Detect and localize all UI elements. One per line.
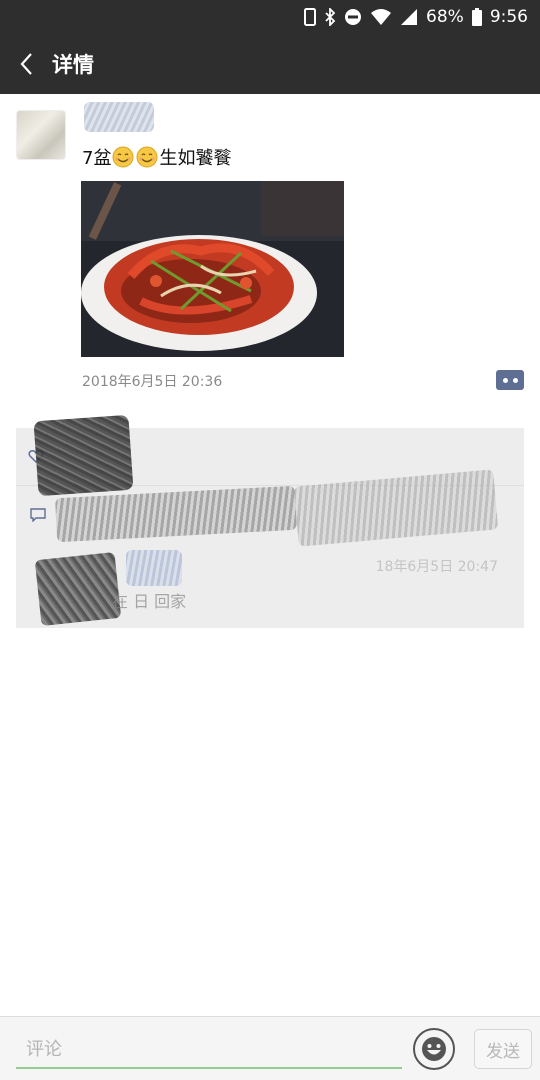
comment-icon (30, 508, 46, 522)
liker-avatar-redacted[interactable] (33, 414, 134, 497)
clock: 9:56 (489, 7, 528, 27)
smiley-face-icon (422, 1037, 446, 1061)
post-text: 7盆 生如饕餮 (82, 144, 231, 170)
author-avatar[interactable] (16, 110, 66, 160)
commenter-avatar-redacted (34, 551, 122, 627)
smile-emoji-icon (112, 146, 134, 168)
comment-author-redacted (55, 485, 297, 543)
smile-emoji-icon (136, 146, 158, 168)
post-text-start: 7盆 (82, 148, 112, 169)
post-text-end: 生如饕餮 (159, 148, 232, 169)
comment-input[interactable] (16, 1031, 402, 1069)
comment-menu-button[interactable] (496, 370, 524, 390)
signal-icon (400, 7, 418, 27)
dnd-icon (344, 7, 362, 27)
phone-icon (304, 7, 317, 27)
bluetooth-icon (324, 7, 336, 27)
battery-percent: 68% (426, 7, 464, 27)
crayfish-dish-photo[interactable] (81, 181, 344, 357)
dot-icon (502, 377, 508, 383)
commenter-name-redacted (126, 550, 182, 586)
post-timestamp: 2018年6月5日 20:36 (82, 374, 223, 390)
title-bar: 详情 (0, 34, 540, 94)
comment-timestamp: 18年6月5日 20:47 (375, 559, 498, 575)
emoji-button[interactable] (413, 1028, 455, 1070)
page-title: 详情 (52, 53, 94, 77)
send-button[interactable]: 发送 (474, 1029, 532, 1069)
comment-item[interactable]: 18年6月5日 20:47 在 日 回家 (16, 469, 524, 628)
post-detail: 7盆 生如饕餮 2018年6月5日 20:36 18年6月5日 20:47 在 … (0, 94, 540, 1016)
back-button[interactable] (0, 34, 52, 94)
dot-icon (512, 377, 518, 383)
status-bar: 68% 9:56 (0, 0, 540, 34)
comment-composer: 发送 (0, 1016, 540, 1080)
likes-comments-panel: 18年6月5日 20:47 在 日 回家 (16, 414, 524, 628)
wifi-icon (370, 7, 392, 27)
author-name-redacted[interactable] (84, 102, 154, 132)
comment-text: 在 日 回家 (112, 592, 187, 611)
battery-icon (471, 7, 482, 27)
chevron-left-icon (20, 53, 32, 75)
